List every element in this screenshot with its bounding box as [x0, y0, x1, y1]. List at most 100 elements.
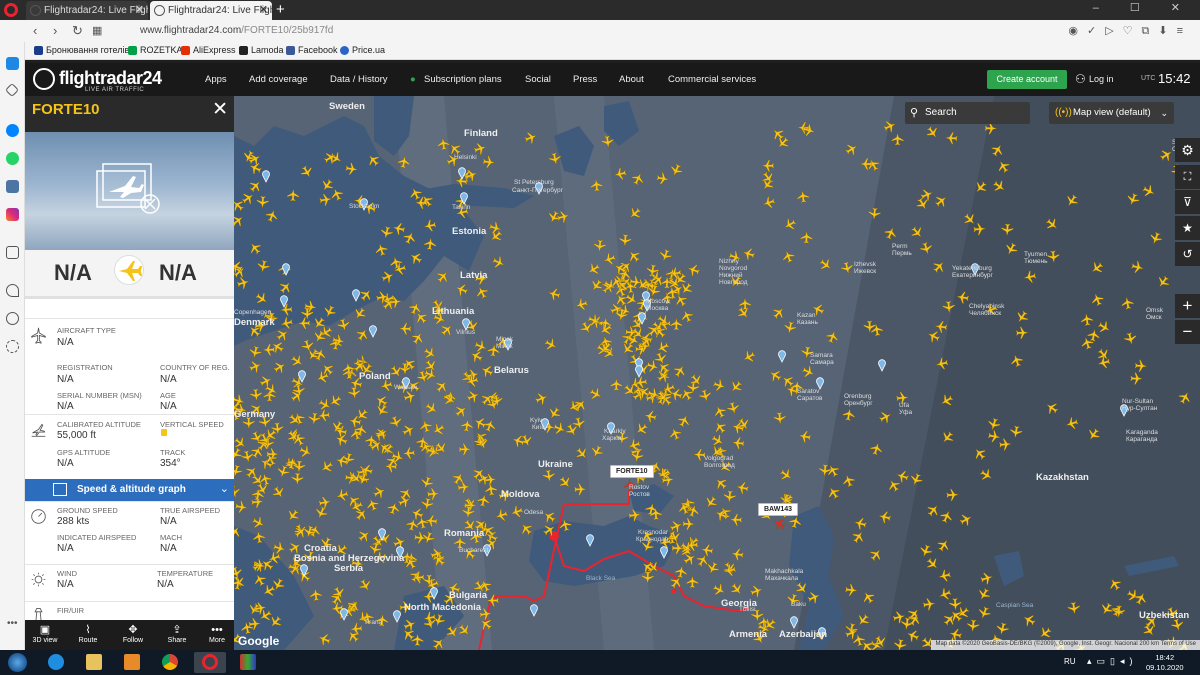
start-button[interactable] [8, 653, 27, 672]
system-tray-icons[interactable]: ▴▭▯◂) [1087, 656, 1138, 667]
registration-label: REGISTRATION [57, 363, 113, 372]
fr24-logo[interactable]: flightradar24 [59, 68, 162, 89]
weather-icon [31, 572, 46, 587]
system-clock[interactable]: 18:42 09.10.2020 [1146, 653, 1184, 673]
tabs-grid-icon[interactable]: ▦ [92, 24, 102, 37]
create-account-button[interactable]: Create account [987, 70, 1067, 89]
playback-icon[interactable]: ↺ [1175, 242, 1200, 266]
close-icon[interactable]: ✕ [212, 98, 228, 121]
user-icon[interactable]: ⚇ [1075, 72, 1086, 86]
map-search-box[interactable]: ⚲ Search [905, 102, 1030, 124]
nav-about[interactable]: About [619, 74, 644, 85]
aircraft-photo[interactable] [25, 132, 234, 250]
back-icon[interactable]: ‹ [33, 23, 37, 38]
opera-menu-icon[interactable] [4, 3, 18, 17]
map-label: Bucharest [459, 547, 488, 554]
zoom-out-button[interactable]: − [1175, 320, 1200, 344]
send-icon[interactable] [6, 246, 19, 259]
bookmark-item[interactable]: Lamoda [239, 45, 284, 55]
bookmarks-bar: Бронювання готелів ROZETKA AliExpress La… [0, 42, 1200, 60]
flight-progress-bar [25, 296, 234, 299]
bookmark-item[interactable]: Бронювання готелів [34, 45, 129, 55]
country-label: COUNTRY OF REG. [160, 363, 230, 372]
window-controls[interactable]: – ☐ ✕ [1093, 1, 1194, 14]
history-icon[interactable] [6, 312, 19, 325]
taskbar-chrome[interactable] [154, 652, 186, 673]
taskbar-opera[interactable] [194, 652, 226, 673]
forward-icon[interactable]: › [53, 23, 57, 38]
instagram-icon[interactable] [6, 208, 19, 221]
3d-view-button[interactable]: ▣ 3D view [25, 623, 65, 644]
ias-label: INDICATED AIRSPEED [57, 533, 137, 542]
bookmark-item[interactable]: Price.ua [340, 45, 385, 55]
share-button[interactable]: ⇪ Share [157, 623, 197, 644]
zoom-in-button[interactable]: + [1175, 294, 1200, 318]
login-link[interactable]: Log in [1089, 74, 1114, 84]
messenger-icon[interactable] [6, 124, 19, 137]
map-label: Poland [359, 371, 391, 382]
settings-gear-icon[interactable]: ⚙ [1175, 138, 1200, 162]
browser-tab-active[interactable]: Flightradar24: Live Flight Tr ✕ [150, 1, 272, 20]
new-tab-button[interactable]: + [276, 1, 285, 19]
fr24-header: flightradar24 LIVE AIR TRAFFIC Apps Add … [25, 63, 1200, 96]
taskbar-explorer[interactable] [78, 652, 110, 673]
map-attribution[interactable]: Map data ©2020 GeoBasis-DE/BKG (©2009), … [931, 640, 1200, 650]
fir-label: FIR/UIR [57, 606, 85, 615]
heart-icon[interactable] [6, 284, 19, 297]
nav-commercial-services[interactable]: Commercial services [668, 74, 756, 85]
widgets-icon[interactable]: ⛶ [1175, 165, 1200, 189]
reload-icon[interactable]: ↻ [72, 23, 83, 39]
browser-tab-bar: Flightradar24: Live Flight Tr ✕ Flightra… [0, 0, 1200, 20]
bookmarks-sidebar-icon[interactable] [4, 82, 20, 98]
tab-favicon-icon [30, 5, 41, 16]
follow-button[interactable]: ✥ Follow [113, 623, 153, 644]
toolbar-label: More [209, 637, 225, 644]
map-label: Denmark [234, 317, 275, 328]
nav-data-history[interactable]: Data / History [330, 74, 388, 85]
bookmark-item[interactable]: AliExpress [181, 45, 236, 55]
nav-add-coverage[interactable]: Add coverage [249, 74, 308, 85]
more-icon[interactable]: ••• [7, 618, 18, 629]
star-icon[interactable]: ★ [1175, 216, 1200, 240]
map-label: Estonia [452, 226, 487, 237]
clock-time: 18:42 [1155, 653, 1175, 662]
aircraft-type-label: AIRCRAFT TYPE [57, 326, 116, 335]
browser-tab[interactable]: Flightradar24: Live Flight Tr ✕ [26, 1, 148, 20]
settings-icon[interactable] [6, 340, 19, 353]
taskbar-app[interactable] [232, 652, 264, 673]
route-button[interactable]: ⌇ Route [68, 623, 108, 644]
tab-close-icon[interactable]: ✕ [259, 1, 268, 20]
vk-icon[interactable] [6, 180, 19, 193]
taskbar-ie[interactable] [40, 652, 72, 673]
fr24-logo-icon[interactable] [33, 68, 55, 90]
speed-altitude-graph-toggle[interactable]: Speed & altitude graph ⌄ [25, 479, 234, 501]
bookmark-item[interactable]: ROZETKA [128, 45, 183, 55]
flight-label-baw143[interactable]: BAW143 [758, 503, 799, 516]
wind-value: N/A [57, 579, 74, 590]
live-map[interactable]: Sweden Finland Helsinki St Petersburg Санкт-… [234, 96, 1200, 650]
taskbar-media[interactable] [116, 652, 148, 673]
nav-social[interactable]: Social [525, 74, 551, 85]
ias-value: N/A [57, 543, 74, 554]
map-label: Ukraine [538, 459, 573, 470]
nav-subscription-plans[interactable]: Subscription plans [424, 74, 502, 85]
tab-close-icon[interactable]: ✕ [135, 1, 144, 20]
speed-dial-icon[interactable] [6, 57, 19, 70]
map-view-dropdown[interactable]: ((•)) Map view (default) ⌄ [1049, 102, 1174, 124]
bookmark-item[interactable]: Facebook [286, 45, 338, 55]
map-canvas[interactable]: Sweden Finland Helsinki St PetersburgСанкт-… [234, 96, 1200, 650]
language-indicator[interactable]: RU [1064, 657, 1076, 666]
map-label: Tallinn [452, 204, 471, 211]
map-label: Stockholm [349, 203, 379, 210]
address-bar-actions[interactable]: ◉✓▷♡⧉⬇≡ [1068, 24, 1192, 38]
nav-apps[interactable]: Apps [205, 74, 227, 85]
nav-press[interactable]: Press [573, 74, 597, 85]
filter-icon[interactable]: ⊽ [1175, 190, 1200, 214]
more-button[interactable]: ••• More [197, 623, 237, 644]
map-label: Armenia [729, 629, 768, 640]
map-label: Samara [810, 352, 833, 359]
url-field[interactable]: www.flightradar24.com/FORTE10/25b917fd [140, 25, 333, 36]
map-label: Nur-Sultan [1122, 398, 1153, 405]
whatsapp-icon[interactable] [6, 152, 19, 165]
flight-label-forte10[interactable]: FORTE10 [610, 465, 654, 478]
